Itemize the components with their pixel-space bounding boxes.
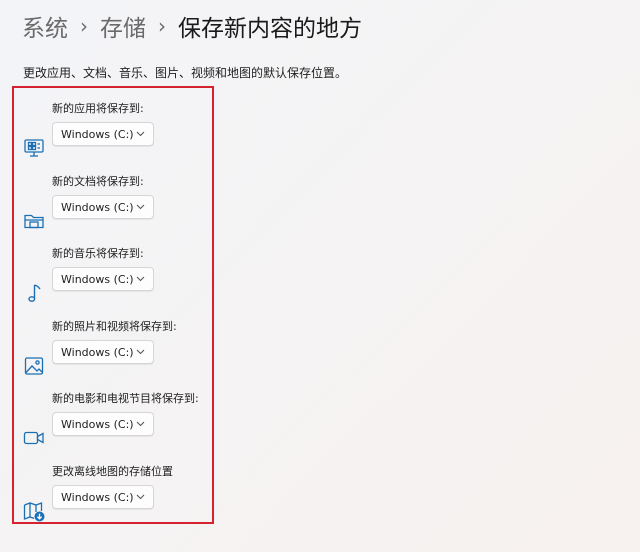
music-note-icon — [22, 281, 46, 305]
documents-drive-dropdown[interactable]: Windows (C:) — [52, 195, 154, 219]
page-title: 保存新内容的地方 — [178, 16, 362, 42]
setting-label-maps: 更改离线地图的存储位置 — [52, 465, 173, 478]
chevron-down-icon — [136, 276, 145, 282]
setting-label-music: 新的音乐将保存到: — [52, 247, 144, 260]
dropdown-value: Windows (C:) — [61, 417, 134, 431]
chevron-down-icon — [136, 421, 145, 427]
maps-drive-dropdown[interactable]: Windows (C:) — [52, 485, 154, 509]
chevron-down-icon — [136, 349, 145, 355]
dropdown-value: Windows (C:) — [61, 490, 134, 504]
chevron-down-icon — [136, 131, 145, 137]
page-description: 更改应用、文档、音乐、图片、视频和地图的默认保存位置。 — [23, 66, 348, 80]
setting-label-movies: 新的电影和电视节目将保存到: — [52, 392, 199, 405]
picture-icon — [22, 354, 46, 378]
video-camera-icon — [22, 426, 46, 450]
folder-icon — [22, 209, 46, 233]
dropdown-value: Windows (C:) — [61, 345, 134, 359]
breadcrumb-storage[interactable]: 存储 — [100, 9, 146, 43]
dropdown-value: Windows (C:) — [61, 127, 134, 141]
dropdown-value: Windows (C:) — [61, 200, 134, 214]
chevron-down-icon — [136, 494, 145, 500]
setting-label-apps: 新的应用将保存到: — [52, 102, 144, 115]
music-drive-dropdown[interactable]: Windows (C:) — [52, 267, 154, 291]
dropdown-value: Windows (C:) — [61, 272, 134, 286]
setting-group-maps: 更改离线地图的存储位置 Windows (C:) — [14, 463, 214, 525]
setting-label-photos: 新的照片和视频将保存到: — [52, 320, 177, 333]
breadcrumb-separator: › — [80, 14, 88, 38]
movies-drive-dropdown[interactable]: Windows (C:) — [52, 412, 154, 436]
setting-group-documents: 新的文档将保存到: Windows (C:) — [14, 173, 214, 235]
photos-drive-dropdown[interactable]: Windows (C:) — [52, 340, 154, 364]
breadcrumb-separator: › — [158, 14, 166, 38]
offline-map-icon — [22, 499, 46, 523]
breadcrumb-system[interactable]: 系统 — [22, 9, 68, 43]
setting-group-movies: 新的电影和电视节目将保存到: Windows (C:) — [14, 390, 214, 452]
setting-group-apps: 新的应用将保存到: Windows (C:) — [14, 100, 214, 162]
apps-drive-dropdown[interactable]: Windows (C:) — [52, 122, 154, 146]
highlight-box: 新的应用将保存到: Windows (C:) 新的文档将保存到: Windows… — [12, 86, 214, 524]
setting-group-photos: 新的照片和视频将保存到: Windows (C:) — [14, 318, 214, 380]
apps-icon — [22, 136, 46, 160]
breadcrumb: 系统 › 存储 › 保存新内容的地方 — [22, 8, 362, 44]
setting-label-documents: 新的文档将保存到: — [52, 175, 144, 188]
chevron-down-icon — [136, 204, 145, 210]
setting-group-music: 新的音乐将保存到: Windows (C:) — [14, 245, 214, 307]
